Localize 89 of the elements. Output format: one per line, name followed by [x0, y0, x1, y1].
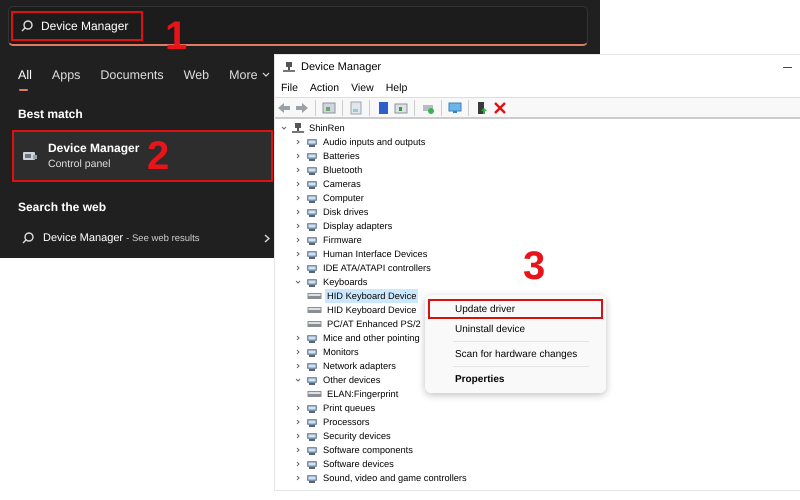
tree-item[interactable]: Display adapters — [321, 219, 394, 233]
search-icon — [21, 20, 33, 32]
device-upload-icon[interactable] — [475, 100, 489, 114]
computer-icon — [283, 61, 295, 73]
window-icon[interactable] — [349, 100, 363, 114]
filter-tab[interactable]: More — [229, 66, 270, 91]
device-icon — [306, 402, 318, 414]
device-icon — [306, 332, 318, 344]
window-icon[interactable] — [322, 100, 336, 114]
keyboard-icon — [307, 304, 322, 316]
device-icon — [306, 472, 318, 484]
keyboard-icon — [307, 388, 322, 400]
computer-icon — [292, 122, 304, 134]
device-icon — [306, 374, 318, 386]
device-icon — [306, 360, 318, 372]
context-menu-item[interactable]: Properties — [428, 369, 603, 389]
context-menu-item[interactable]: Update driver — [428, 299, 603, 319]
tree-item[interactable]: Keyboards — [321, 275, 370, 289]
web-result-link[interactable]: Device Manager - See web results — [43, 230, 200, 246]
window-title: Device Manager — [301, 60, 382, 75]
device-icon — [306, 262, 318, 274]
back-arrow-icon[interactable] — [277, 100, 291, 114]
tree-item[interactable]: IDE ATA/ATAPI controllers — [321, 261, 433, 275]
tree-item[interactable]: HID Keyboard Device — [325, 289, 418, 303]
device-icon — [306, 444, 318, 456]
device-icon — [306, 458, 318, 470]
tree-item[interactable]: Mice and other pointing — [321, 331, 422, 345]
context-menu-item[interactable]: Scan for hardware changes — [428, 344, 603, 364]
result-title: Device Manager — [48, 140, 140, 157]
tree-item[interactable]: Security devices — [321, 429, 393, 443]
step-number: 3 — [523, 246, 546, 286]
device-icon — [306, 150, 318, 162]
tree-item[interactable]: Print queues — [321, 401, 378, 415]
device-icon — [306, 276, 318, 288]
tree-item[interactable]: Firmware — [321, 233, 364, 247]
device-icon — [306, 346, 318, 358]
context-menu-item[interactable]: Uninstall device — [428, 319, 603, 339]
tree-item[interactable]: ELAN:Fingerprint — [325, 387, 400, 401]
tree-item[interactable]: Network adapters — [321, 359, 398, 373]
tree-item[interactable]: PC/AT Enhanced PS/2 — [325, 317, 423, 331]
tree-item[interactable]: Audio inputs and outputs — [321, 135, 428, 149]
device-icon — [306, 164, 318, 176]
device-icon — [306, 206, 318, 218]
filter-tab[interactable]: Apps — [52, 66, 80, 91]
step-number: 2 — [147, 136, 170, 176]
help-icon[interactable] — [376, 100, 390, 114]
minimize-button[interactable] — [783, 66, 792, 68]
device-icon — [306, 220, 318, 232]
tree-item[interactable]: Computer — [321, 191, 366, 205]
menu-item[interactable]: File — [281, 81, 298, 95]
window-icon[interactable] — [394, 100, 408, 114]
filter-tab[interactable]: Web — [184, 66, 210, 91]
filter-tab[interactable]: All — [18, 66, 32, 91]
device-icon — [306, 430, 318, 442]
device-icon — [306, 178, 318, 190]
menu-item[interactable]: View — [351, 81, 374, 95]
tree-item[interactable]: Human Interface Devices — [321, 247, 430, 261]
tree-item[interactable]: Cameras — [321, 177, 363, 191]
device-icon — [306, 234, 318, 246]
tree-item[interactable]: Other devices — [321, 373, 382, 387]
keyboard-icon — [307, 318, 322, 330]
section-heading: Best match — [18, 106, 83, 123]
result-subtitle: Control panel — [48, 156, 112, 172]
monitor-icon[interactable] — [448, 100, 462, 114]
tree-item[interactable]: Software devices — [321, 457, 396, 471]
filter-tab[interactable]: Documents — [100, 66, 164, 91]
tree-item[interactable]: Software components — [321, 443, 415, 457]
tree-item[interactable]: Disk drives — [321, 205, 370, 219]
forward-arrow-icon[interactable] — [295, 100, 309, 114]
tree-item[interactable]: Sound, video and game controllers — [321, 471, 469, 485]
device-icon — [306, 416, 318, 428]
device-icon — [306, 248, 318, 260]
search-icon — [22, 232, 34, 244]
tree-item[interactable]: Bluetooth — [321, 163, 364, 177]
search-field[interactable]: Device Manager — [11, 10, 143, 40]
search-input[interactable]: Device Manager — [41, 16, 133, 34]
menu-item[interactable]: Action — [310, 81, 340, 95]
tree-item[interactable]: Monitors — [321, 345, 361, 359]
menu-item[interactable]: Help — [386, 81, 408, 95]
device-icon — [306, 136, 318, 148]
tree-item[interactable]: Batteries — [321, 149, 362, 163]
keyboard-icon — [307, 290, 322, 302]
device-icon — [306, 192, 318, 204]
cross-icon[interactable] — [493, 100, 507, 114]
tree-item[interactable]: ShinRen — [307, 121, 347, 135]
chevron-right-icon — [264, 234, 270, 242]
section-heading: Search the web — [18, 198, 106, 216]
tree-item[interactable]: Processors — [321, 415, 372, 429]
tree-item[interactable]: HID Keyboard Device — [325, 303, 418, 317]
